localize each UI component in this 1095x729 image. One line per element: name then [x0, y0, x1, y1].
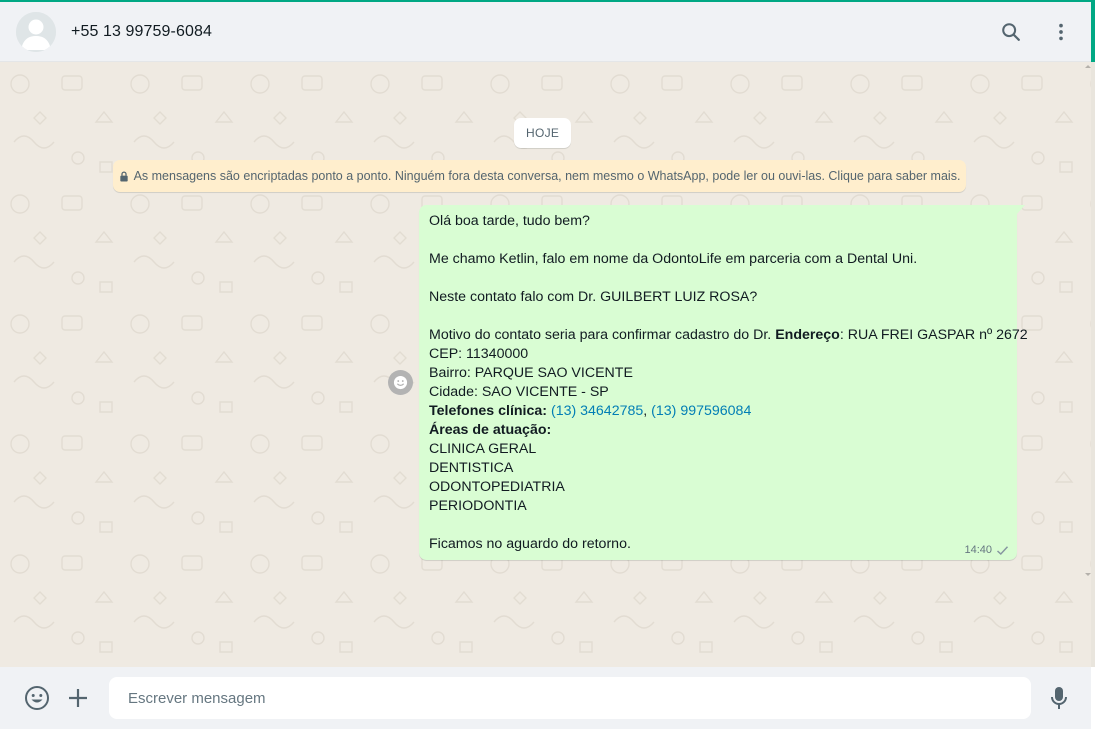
- message-line: Cidade: SAO VICENTE - SP: [429, 384, 609, 400]
- voice-message-button[interactable]: [1047, 683, 1071, 713]
- lock-icon: [119, 170, 129, 182]
- area-item: PERIODONTIA: [429, 498, 527, 514]
- message-line: Ficamos no aguardo do retorno.: [429, 536, 631, 552]
- search-button[interactable]: [991, 12, 1031, 52]
- phone-link-2[interactable]: (13) 997596084: [651, 403, 751, 419]
- message-line-phones: Telefones clínica: (13) 34642785, (13) 9…: [429, 402, 1019, 421]
- address-label: Endereço: [775, 327, 840, 343]
- message-line-address: Motivo do contato seria para confirmar c…: [429, 326, 1028, 345]
- scroll-up-arrow[interactable]: [1085, 65, 1091, 68]
- chat-scrollbar[interactable]: [1091, 62, 1095, 667]
- bubble-tail: [1017, 205, 1025, 214]
- emoji-icon: [25, 686, 49, 710]
- message-line: CEP: 11340000: [429, 346, 529, 362]
- date-chip: HOJE: [514, 118, 572, 148]
- chat-header: +55 13 99759-6084: [0, 2, 1091, 62]
- react-emoji-button[interactable]: [388, 370, 413, 395]
- motive-text: Motivo do contato seria para confirmar c…: [429, 327, 776, 343]
- message-list[interactable]: HOJE As mensagens são encriptadas ponto …: [0, 62, 1091, 667]
- search-icon: [1002, 22, 1020, 41]
- message-meta: 14:40: [964, 544, 1009, 556]
- address-value: : RUA FREI GASPAR nº 2672: [839, 327, 1028, 343]
- encryption-notice-text: As mensagens são encriptadas ponto a pon…: [133, 169, 961, 183]
- smiley-icon: [393, 375, 408, 390]
- single-check-icon: [996, 545, 1009, 556]
- message-input[interactable]: [126, 688, 1010, 708]
- message-time: 14:40: [964, 544, 992, 556]
- avatar[interactable]: [16, 11, 56, 52]
- message-line: Me chamo Ketlin, falo em nome da OdontoL…: [429, 251, 918, 267]
- message-line: Neste contato falo com Dr. GUILBERT LUIZ…: [429, 289, 758, 305]
- message-line: Bairro: PARQUE SAO VICENTE: [429, 365, 633, 381]
- scroll-down-arrow[interactable]: [1085, 573, 1091, 576]
- composer-bar: [0, 667, 1091, 729]
- outgoing-message-bubble[interactable]: Olá boa tarde, tudo bem? Me chamo Ketlin…: [419, 205, 1028, 560]
- phone-separator: ,: [643, 403, 652, 419]
- message-composer[interactable]: [109, 677, 1031, 719]
- phones-label: Telefones clínica:: [429, 403, 548, 419]
- message-line: Olá boa tarde, tudo bem?: [429, 213, 590, 229]
- area-item: ODONTOPEDIATRIA: [429, 479, 565, 495]
- contact-name[interactable]: +55 13 99759-6084: [71, 23, 212, 41]
- plus-icon: [69, 689, 87, 707]
- area-item: DENTISTICA: [429, 460, 514, 476]
- encryption-notice[interactable]: As mensagens são encriptadas ponto a pon…: [113, 160, 966, 192]
- microphone-icon: [1051, 687, 1067, 709]
- default-avatar-icon: [16, 11, 56, 52]
- area-item: CLINICA GERAL: [429, 441, 537, 457]
- more-options-button[interactable]: [1041, 12, 1081, 52]
- phone-link-1[interactable]: (13) 34642785: [551, 403, 643, 419]
- attach-button[interactable]: [63, 683, 93, 713]
- header-actions: [991, 12, 1091, 52]
- message-text: Olá boa tarde, tudo bem? Me chamo Ketlin…: [429, 212, 1028, 554]
- emoji-button[interactable]: [22, 683, 52, 713]
- areas-label: Áreas de atuação:: [429, 422, 552, 438]
- more-options-icon: [1059, 23, 1063, 40]
